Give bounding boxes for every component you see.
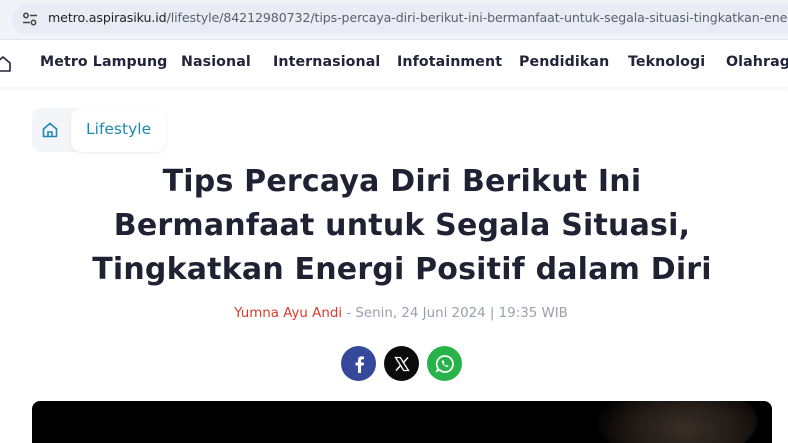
- whatsapp-icon: [435, 354, 454, 373]
- url-field[interactable]: metro.aspirasiku.id/lifestyle/8421298073…: [12, 4, 788, 34]
- article-hero-image: [32, 401, 772, 443]
- category-nav: Metro Lampung Nasional Internasional Inf…: [0, 41, 788, 87]
- share-whatsapp-button[interactable]: [427, 346, 462, 381]
- breadcrumb-home[interactable]: [32, 108, 68, 152]
- nav-item-olahraga[interactable]: Olahraga: [726, 54, 788, 70]
- meta-separator: -: [342, 306, 356, 321]
- home-icon[interactable]: [0, 55, 12, 73]
- home-icon: [42, 122, 58, 138]
- url-text[interactable]: metro.aspirasiku.id/lifestyle/8421298073…: [48, 10, 788, 25]
- article-title: Tips Percaya Diri Berikut Ini Bermanfaat…: [92, 164, 712, 287]
- article-meta: Yumna Ayu Andi - Senin, 24 Juni 2024 | 1…: [0, 306, 788, 321]
- x-icon: [393, 356, 410, 371]
- nav-item-pendidikan[interactable]: Pendidikan: [519, 54, 609, 70]
- nav-item-metro-lampung[interactable]: Metro Lampung: [40, 54, 167, 70]
- publish-date: Senin, 24 Juni 2024 | 19:35 WIB: [355, 306, 568, 321]
- share-x-button[interactable]: [384, 346, 419, 381]
- nav-item-infotainment[interactable]: Infotainment: [397, 54, 502, 70]
- share-facebook-button[interactable]: [341, 346, 376, 381]
- tune-icon[interactable]: [22, 11, 38, 27]
- facebook-icon: [355, 355, 364, 373]
- breadcrumb-label: Lifestyle: [86, 120, 152, 138]
- breadcrumb-item-lifestyle[interactable]: Lifestyle: [71, 108, 166, 152]
- browser-address-bar: metro.aspirasiku.id/lifestyle/8421298073…: [0, 0, 788, 40]
- breadcrumb: Lifestyle: [32, 108, 166, 152]
- hero-photo-subject: [597, 401, 757, 443]
- url-path: /lifestyle/84212980732/tips-percaya-diri…: [166, 10, 788, 25]
- url-host: metro.aspirasiku.id: [48, 10, 167, 25]
- author-link[interactable]: Yumna Ayu Andi: [234, 306, 342, 321]
- nav-item-internasional[interactable]: Internasional: [273, 54, 380, 70]
- nav-item-teknologi[interactable]: Teknologi: [628, 54, 705, 70]
- nav-item-nasional[interactable]: Nasional: [181, 54, 251, 70]
